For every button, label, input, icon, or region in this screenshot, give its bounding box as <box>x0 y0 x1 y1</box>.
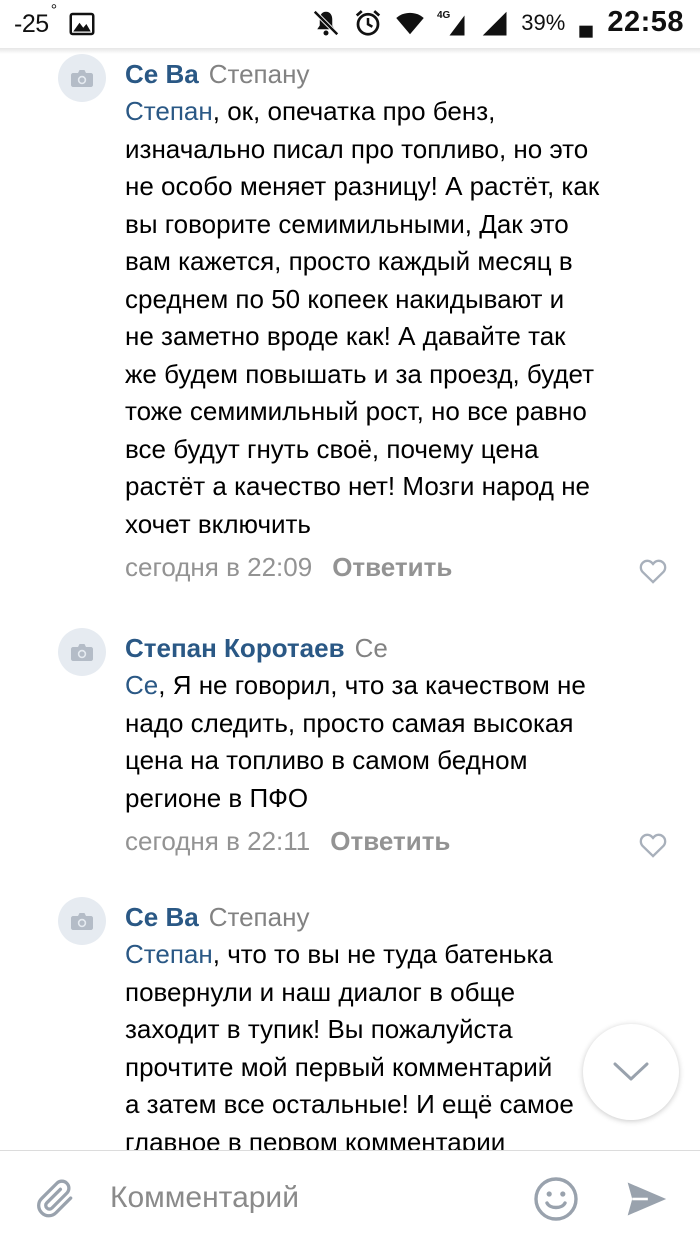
svg-text:4G: 4G <box>437 10 451 21</box>
comment-composer <box>0 1150 700 1244</box>
comment-meta: сегодня в 22:09 Ответить <box>125 547 667 587</box>
signal-icon <box>479 7 509 39</box>
comment-text-line: среднем по 50 копеек накидывают и <box>125 283 565 314</box>
degree-sign: ° <box>50 1 57 19</box>
comment-text-fragment: , что то вы не туда батенька <box>212 939 553 969</box>
weather-temperature: -25 ° <box>14 2 57 39</box>
comment-text-fragment: , Я не говорил, что за качеством не <box>158 670 586 700</box>
comment-text-line: главное в первом комментарии <box>125 1126 506 1151</box>
comment-header: Се Ва Степану <box>125 898 655 936</box>
comment-text-line: Се, Я не говорил, что за качеством не <box>125 667 655 705</box>
scroll-down-button[interactable] <box>583 1024 679 1120</box>
comment-text-line: Степан, что то вы не туда батенька <box>125 936 655 974</box>
chevron-down-icon <box>613 1062 649 1081</box>
comment-text-fragment: , ок, опечатка про бенз, <box>212 96 496 126</box>
comment-meta: сегодня в 22:11 Ответить <box>125 821 667 861</box>
comment-text-line: растёт а качество нет! Мозги народ не <box>125 471 591 501</box>
comment-time: сегодня в 22:09 <box>125 552 313 582</box>
reply-button[interactable]: Ответить <box>330 826 450 856</box>
comment-text-line: тоже семимильный рост, но все равно <box>125 396 587 426</box>
comment-text-line: а затем все остальные! И ещё самое <box>125 1089 574 1119</box>
comment-text-line: заходит в тупик! Вы пожалуйста <box>125 1014 513 1044</box>
comment-text-line: же будем повышать и за проезд, будет <box>125 358 595 389</box>
comment-text-line: не особо меняет разницу! А растёт, как <box>125 171 600 201</box>
avatar[interactable] <box>58 54 106 102</box>
comment-text: Се, Я не говорил, что за качеством не на… <box>125 667 655 817</box>
send-arrow-icon[interactable] <box>624 1177 668 1221</box>
camera-icon <box>71 913 93 930</box>
comment-author[interactable]: Се Ва <box>125 902 199 932</box>
comment-text-line: вам кажется, просто каждый месяц в <box>125 246 573 276</box>
battery-percent: 39% <box>521 9 566 35</box>
reply-button[interactable]: Ответить <box>332 552 452 582</box>
camera-icon <box>71 644 93 661</box>
comment-text-line: изначально писал про топливо, но это <box>125 133 589 164</box>
comment-body: Се Ва Степану Степан, что то вы не туда б… <box>125 898 655 1150</box>
comment-text-line: повернули и наш диалог в обще <box>125 976 516 1007</box>
signal-4g-icon: 4G <box>437 7 467 39</box>
comments-feed[interactable]: Се Ва Степану Степан, ок, опечатка про бе… <box>0 54 700 1150</box>
comment-text-line: все будут гнуть своё, почему цена <box>125 433 539 464</box>
comment-text-line: не заметно вроде как! А давайте так <box>125 321 566 351</box>
comment-text-line: хочет включить <box>125 508 311 539</box>
comment-mention[interactable]: Се <box>125 670 158 700</box>
emoji-smile-icon[interactable] <box>532 1175 580 1223</box>
alarm-icon <box>353 7 383 39</box>
like-heart-icon[interactable] <box>639 829 667 858</box>
comment-text-line: надо следить, просто самая высокая <box>125 707 574 738</box>
battery-icon <box>577 7 595 39</box>
temperature-value: -25 <box>14 9 49 38</box>
image-icon <box>67 8 97 40</box>
like-heart-icon[interactable] <box>639 555 667 584</box>
attach-paperclip-icon[interactable] <box>34 1177 78 1221</box>
comment-header: Се Ва Степану <box>125 55 655 93</box>
status-bar: -25 ° 4G 39% 22:58 <box>0 0 700 48</box>
comment-text: Степан, ок, опечатка про бенз, изначальн… <box>125 93 655 543</box>
wifi-icon <box>395 7 425 39</box>
comment-author[interactable]: Се Ва <box>125 59 199 89</box>
avatar[interactable] <box>58 628 106 676</box>
comment-mention[interactable]: Степан <box>125 939 213 969</box>
comment-reply-to[interactable]: Степану <box>209 902 310 932</box>
comment-header: Степан Коротаев Се <box>125 629 655 667</box>
comment-mention[interactable]: Степан <box>125 96 213 126</box>
comment-input[interactable] <box>110 1175 510 1221</box>
comment-body: Се Ва Степану Степан, ок, опечатка про бе… <box>125 55 667 587</box>
comment-body: Степан Коротаев Се Се, Я не говорил, что … <box>125 629 667 861</box>
status-bar-right: 4G 39% 22:58 <box>311 6 684 39</box>
comment-text-line: регионе в ПФО <box>125 782 309 813</box>
mute-icon <box>311 7 341 39</box>
comment-text-line: вы говорите семимильными, Дак это <box>125 208 569 239</box>
comment-text: Степан, что то вы не туда батенька повер… <box>125 936 655 1150</box>
camera-icon <box>71 70 93 87</box>
avatar[interactable] <box>58 897 106 945</box>
comment-reply-to[interactable]: Се <box>355 633 388 663</box>
status-bar-left: -25 ° <box>14 2 97 40</box>
comment-author[interactable]: Степан Коротаев <box>125 633 345 663</box>
comment-time: сегодня в 22:11 <box>125 826 311 856</box>
comment-text-line: цена на топливо в самом бедном <box>125 745 528 775</box>
comment-reply-to[interactable]: Степану <box>209 59 310 89</box>
comment-text-line: Степан, ок, опечатка про бенз, <box>125 93 655 131</box>
comment-text-line: прочтите мой первый комментарий <box>125 1051 553 1082</box>
clock: 22:58 <box>607 6 684 38</box>
